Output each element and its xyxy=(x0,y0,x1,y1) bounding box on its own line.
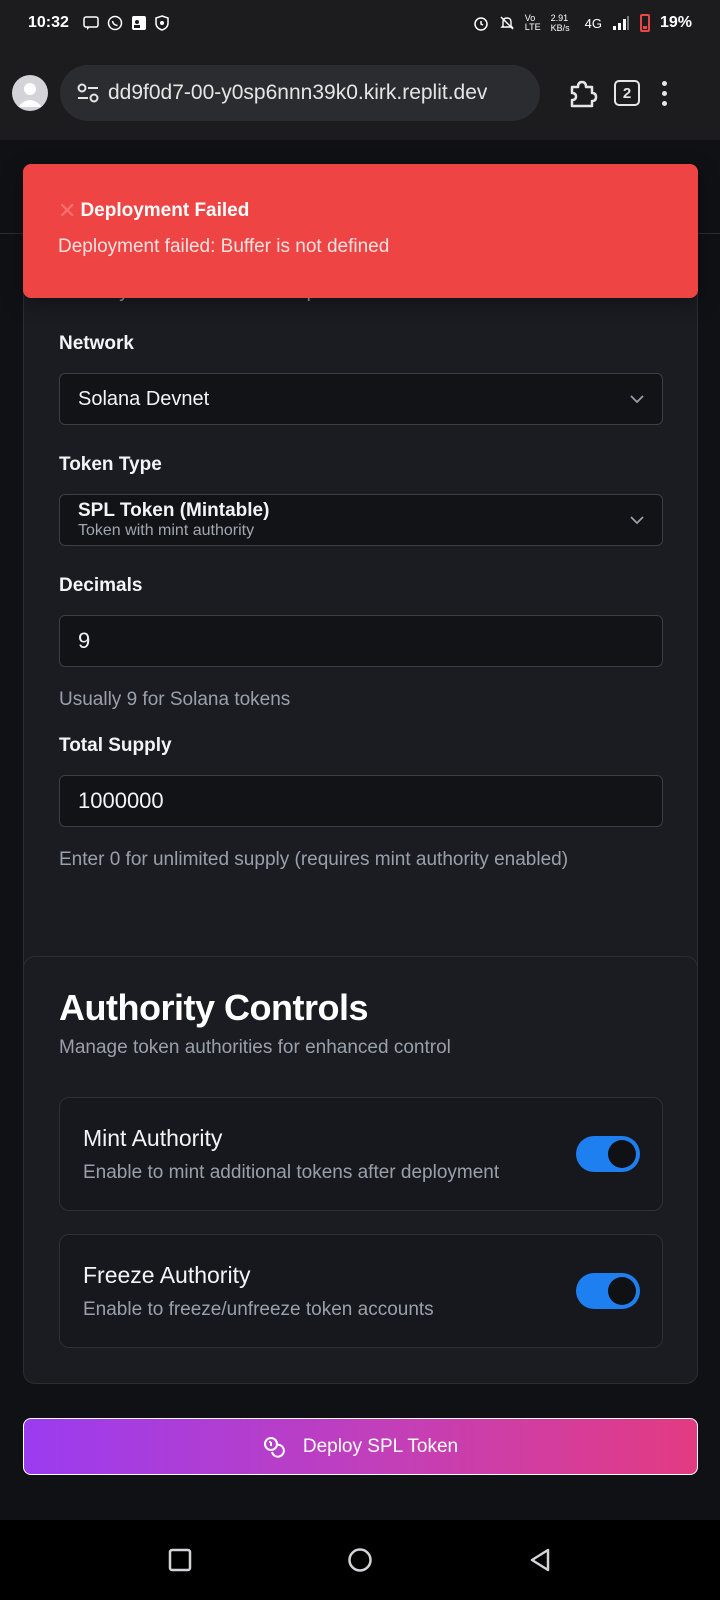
shield-icon xyxy=(155,15,169,31)
token-type-value: SPL Token (Mintable) xyxy=(78,499,270,521)
decimals-input[interactable]: 9 xyxy=(59,615,663,667)
chat-bubble-icon xyxy=(83,16,99,30)
decimals-label: Decimals xyxy=(59,575,143,596)
chevron-down-icon xyxy=(630,513,644,527)
page-content: ✕ Deployment Failed Deployment failed: B… xyxy=(0,140,720,1520)
whatsapp-icon xyxy=(107,15,123,31)
profile-avatar[interactable] xyxy=(12,75,48,111)
total-supply-help: Enter 0 for unlimited supply (requires m… xyxy=(59,849,569,870)
tab-switcher-button[interactable]: 2 xyxy=(614,80,640,106)
freeze-authority-title: Freeze Authority xyxy=(83,1262,251,1288)
contact-card-icon xyxy=(131,16,146,30)
toast-message: Deployment failed: Buffer is not defined xyxy=(58,236,390,257)
authority-heading: Authority Controls xyxy=(59,987,368,1028)
mint-authority-toggle[interactable] xyxy=(576,1136,640,1172)
token-type-label: Token Type xyxy=(59,454,162,475)
site-settings-icon[interactable] xyxy=(74,79,102,107)
signal-icon xyxy=(612,16,629,30)
notification-icons xyxy=(83,15,169,31)
freeze-authority-toggle[interactable] xyxy=(576,1273,640,1309)
mint-authority-row: Mint Authority Enable to mint additional… xyxy=(59,1097,663,1211)
clock: 10:32 xyxy=(28,14,69,31)
extensions-icon[interactable] xyxy=(558,69,606,117)
battery-icon xyxy=(639,14,650,32)
mint-authority-title: Mint Authority xyxy=(83,1125,223,1151)
decimals-help: Usually 9 for Solana tokens xyxy=(59,689,291,710)
chevron-down-icon xyxy=(630,392,644,406)
url-text[interactable]: dd9f0d7-00-y0sp6nnn39k0.kirk.replit.dev xyxy=(108,81,487,105)
deploy-button-label: Deploy SPL Token xyxy=(302,1435,459,1457)
status-bar: 10:32 Vo LTE 2.91 KB/s 4G 19% xyxy=(0,0,720,46)
toast-title: Deployment Failed xyxy=(80,200,250,221)
toggle-knob xyxy=(608,1277,636,1305)
alarm-icon xyxy=(474,17,488,31)
deploy-spl-token-button[interactable]: Deploy SPL Token xyxy=(23,1418,698,1475)
cross-icon: ✕ xyxy=(58,198,77,223)
menu-dots-icon[interactable] xyxy=(662,80,667,106)
back-icon[interactable] xyxy=(528,1548,552,1572)
network-value: Solana Devnet xyxy=(78,387,210,410)
token-type-select[interactable]: SPL Token (Mintable) Token with mint aut… xyxy=(59,494,663,546)
speed-indicator: 2.91 KB/s xyxy=(550,13,570,33)
volte-icon: Vo LTE xyxy=(524,13,541,32)
battery-percent: 19% xyxy=(659,14,692,31)
browser-toolbar: dd9f0d7-00-y0sp6nnn39k0.kirk.replit.dev … xyxy=(0,46,720,140)
total-supply-input[interactable]: 1000000 xyxy=(59,775,663,827)
freeze-authority-desc: Enable to freeze/unfreeze token accounts xyxy=(83,1299,434,1320)
network-label: Network xyxy=(59,333,134,354)
error-toast[interactable]: ✕ Deployment Failed Deployment failed: B… xyxy=(23,164,698,298)
user-icon xyxy=(18,83,42,107)
token-config-card: Define your token's technical parameters… xyxy=(23,270,698,1060)
network-type: 4G xyxy=(584,15,602,31)
recents-icon[interactable] xyxy=(168,1548,192,1572)
authority-description: Manage token authorities for enhanced co… xyxy=(59,1037,451,1058)
mute-icon xyxy=(500,16,514,30)
total-supply-label: Total Supply xyxy=(59,735,172,756)
mint-authority-desc: Enable to mint additional tokens after d… xyxy=(83,1162,500,1183)
coins-icon xyxy=(263,1436,285,1458)
toggle-knob xyxy=(608,1140,636,1168)
home-icon[interactable] xyxy=(347,1547,373,1573)
network-select[interactable]: Solana Devnet xyxy=(59,373,663,425)
toast-title-row: ✕ Deployment Failed xyxy=(58,198,663,224)
system-icons: Vo LTE 2.91 KB/s 4G 19% xyxy=(473,13,692,33)
address-bar[interactable]: dd9f0d7-00-y0sp6nnn39k0.kirk.replit.dev xyxy=(60,65,540,121)
freeze-authority-row: Freeze Authority Enable to freeze/unfree… xyxy=(59,1234,663,1348)
system-nav-bar xyxy=(0,1520,720,1600)
token-type-subtitle: Token with mint authority xyxy=(78,521,255,539)
authority-controls-card: Authority Controls Manage token authorit… xyxy=(23,956,698,1384)
